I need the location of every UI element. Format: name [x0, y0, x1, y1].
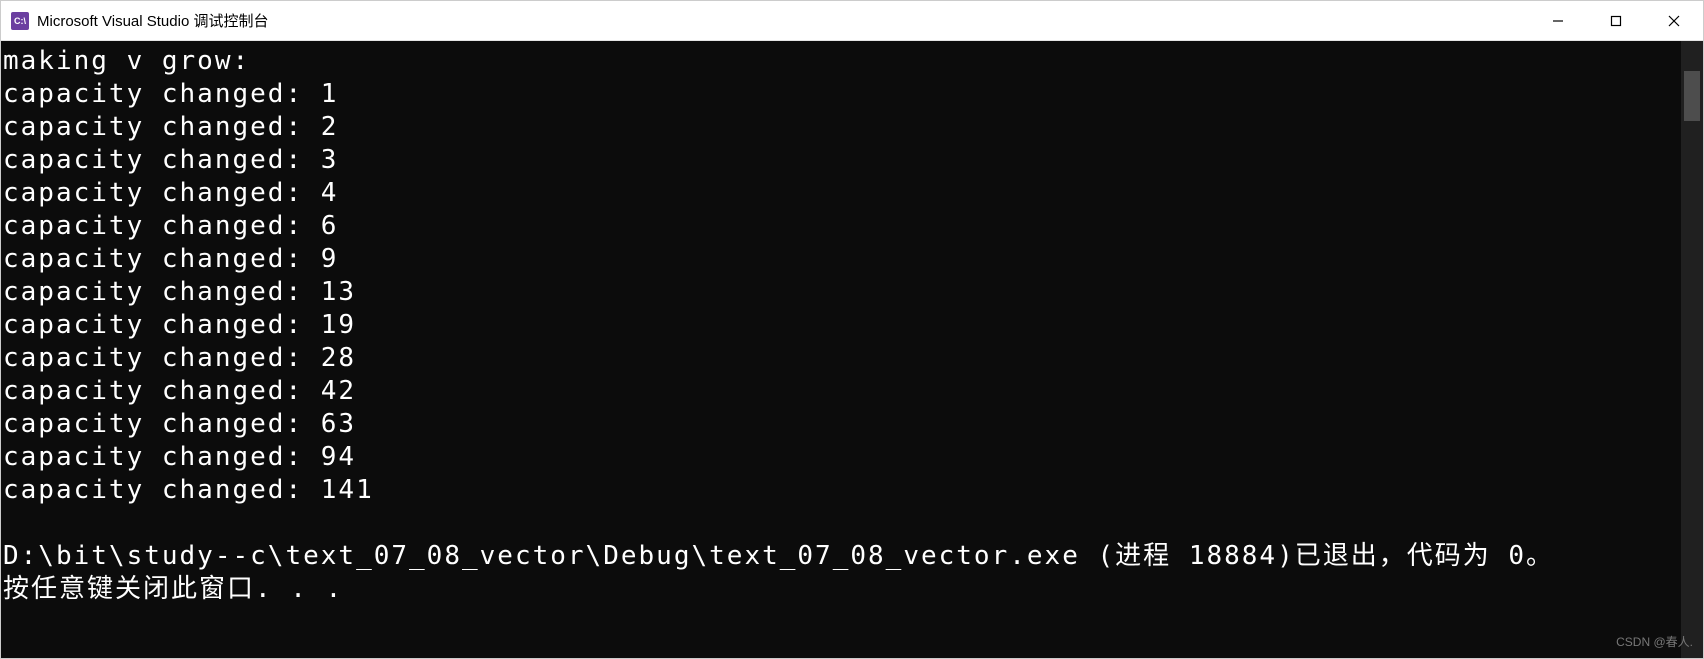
console-window: C:\ Microsoft Visual Studio 调试控制台 making… [0, 0, 1704, 659]
console-area[interactable]: making v grow: capacity changed: 1 capac… [1, 41, 1703, 658]
close-button[interactable] [1645, 1, 1703, 40]
window-controls [1529, 1, 1703, 40]
close-icon [1668, 15, 1680, 27]
scrollbar-vertical[interactable] [1681, 41, 1703, 658]
maximize-icon [1610, 15, 1622, 27]
watermark: CSDN @春人. [1616, 633, 1693, 650]
app-icon: C:\ [11, 12, 29, 30]
scrollbar-thumb[interactable] [1684, 71, 1700, 121]
minimize-button[interactable] [1529, 1, 1587, 40]
window-title: Microsoft Visual Studio 调试控制台 [37, 10, 1529, 31]
titlebar[interactable]: C:\ Microsoft Visual Studio 调试控制台 [1, 1, 1703, 41]
minimize-icon [1552, 15, 1564, 27]
maximize-button[interactable] [1587, 1, 1645, 40]
console-output: making v grow: capacity changed: 1 capac… [1, 41, 1681, 658]
